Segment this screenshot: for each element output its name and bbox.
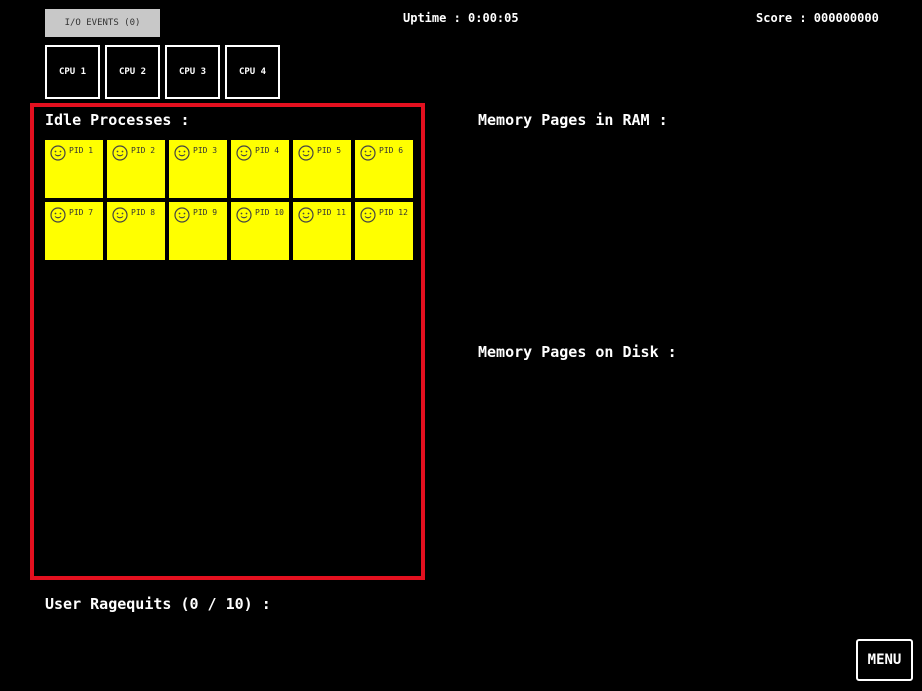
process-card[interactable]: PID 12 bbox=[355, 202, 413, 260]
process-pid-label: PID 5 bbox=[317, 146, 342, 155]
process-pid-label: PID 4 bbox=[255, 146, 280, 155]
process-pid-label: PID 7 bbox=[69, 208, 94, 217]
cpu-slot-3[interactable]: CPU 3 bbox=[165, 45, 220, 99]
smiley-face-icon bbox=[298, 145, 314, 161]
ragequits-label: User Ragequits (0 / 10) : bbox=[45, 595, 271, 613]
smiley-face-icon bbox=[174, 207, 190, 223]
process-pid-label: PID 6 bbox=[379, 146, 404, 155]
smiley-face-icon bbox=[50, 207, 66, 223]
smiley-face-icon bbox=[236, 145, 252, 161]
smiley-face-icon bbox=[174, 145, 190, 161]
cpu-slot-4[interactable]: CPU 4 bbox=[225, 45, 280, 99]
process-card[interactable]: PID 6 bbox=[355, 140, 413, 198]
process-card[interactable]: PID 11 bbox=[293, 202, 351, 260]
process-card[interactable]: PID 7 bbox=[45, 202, 103, 260]
smiley-face-icon bbox=[236, 207, 252, 223]
process-pid-label: PID 9 bbox=[193, 208, 218, 217]
cpu-row: CPU 1 CPU 2 CPU 3 CPU 4 bbox=[45, 45, 280, 99]
process-pid-label: PID 8 bbox=[131, 208, 156, 217]
process-pid-label: PID 3 bbox=[193, 146, 218, 155]
memory-ram-title: Memory Pages in RAM : bbox=[478, 111, 668, 129]
io-events-button[interactable]: I/O EVENTS (0) bbox=[45, 9, 160, 37]
process-card[interactable]: PID 10 bbox=[231, 202, 289, 260]
smiley-face-icon bbox=[112, 145, 128, 161]
process-pid-label: PID 10 bbox=[255, 208, 284, 217]
smiley-face-icon bbox=[112, 207, 128, 223]
process-card[interactable]: PID 4 bbox=[231, 140, 289, 198]
smiley-face-icon bbox=[298, 207, 314, 223]
process-card[interactable]: PID 1 bbox=[45, 140, 103, 198]
idle-processes-title: Idle Processes : bbox=[45, 111, 190, 129]
idle-process-grid: PID 1 PID 2 PID 3 PID 4 PID 5 PID 6 PID … bbox=[45, 140, 413, 260]
process-pid-label: PID 11 bbox=[317, 208, 346, 217]
process-card[interactable]: PID 8 bbox=[107, 202, 165, 260]
menu-button[interactable]: MENU bbox=[856, 639, 913, 681]
process-card[interactable]: PID 3 bbox=[169, 140, 227, 198]
process-pid-label: PID 2 bbox=[131, 146, 156, 155]
smiley-face-icon bbox=[360, 145, 376, 161]
process-card[interactable]: PID 2 bbox=[107, 140, 165, 198]
uptime-readout: Uptime : 0:00:05 bbox=[403, 11, 519, 25]
smiley-face-icon bbox=[360, 207, 376, 223]
score-readout: Score : 000000000 bbox=[756, 11, 879, 25]
smiley-face-icon bbox=[50, 145, 66, 161]
process-card[interactable]: PID 9 bbox=[169, 202, 227, 260]
cpu-slot-1[interactable]: CPU 1 bbox=[45, 45, 100, 99]
process-card[interactable]: PID 5 bbox=[293, 140, 351, 198]
cpu-slot-2[interactable]: CPU 2 bbox=[105, 45, 160, 99]
process-pid-label: PID 12 bbox=[379, 208, 408, 217]
process-pid-label: PID 1 bbox=[69, 146, 94, 155]
memory-disk-title: Memory Pages on Disk : bbox=[478, 343, 677, 361]
